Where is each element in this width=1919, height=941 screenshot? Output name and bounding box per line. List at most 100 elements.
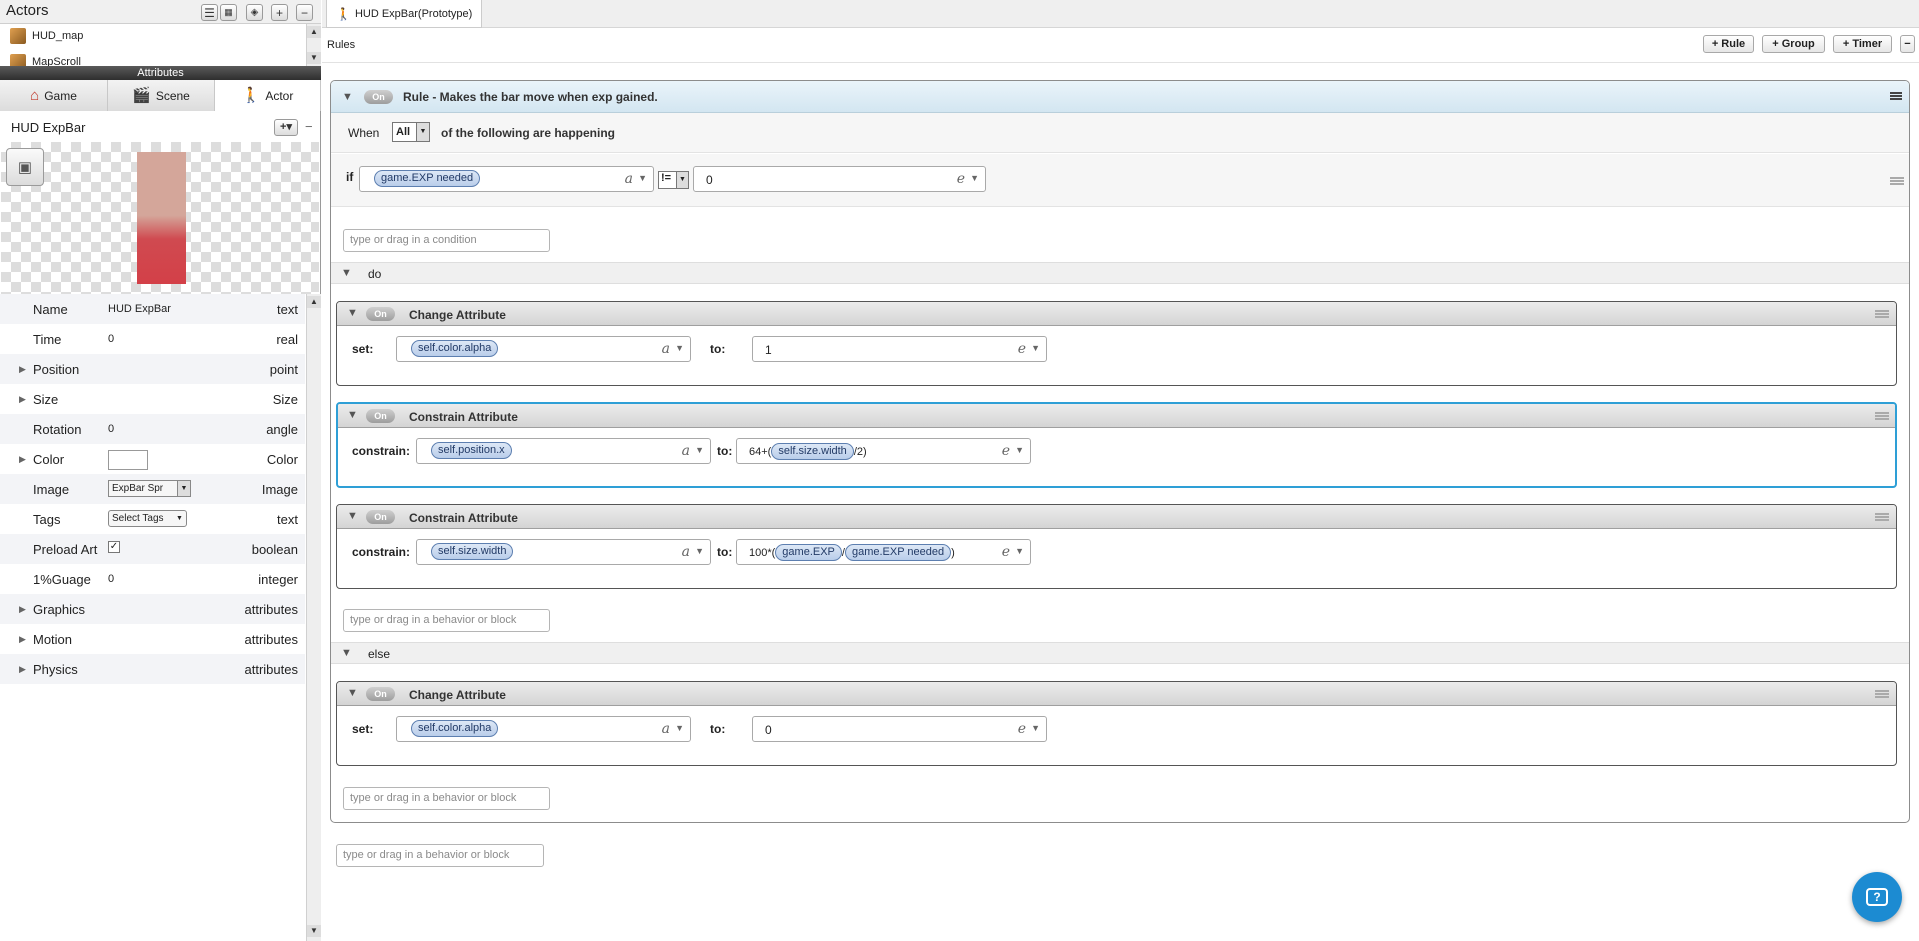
attributes-bar[interactable]: Attributes [0,66,321,80]
color-swatch[interactable] [108,450,148,470]
behavior-on-toggle[interactable]: On [366,307,395,321]
rule-menu-icon[interactable] [1890,92,1902,100]
property-row[interactable]: Image ExpBar Spr ▼ Image [0,474,305,504]
actor-item[interactable]: HUD_map [10,28,83,44]
expand-icon[interactable]: ▶ [19,664,26,675]
collapse-triangle-icon[interactable]: ▼ [341,267,352,279]
rule-title[interactable]: Rule - Makes the bar move when exp gaine… [403,90,658,104]
condition-attribute-field[interactable]: game.EXP needed a ▼ [359,166,654,192]
collapse-triangle-icon[interactable]: ▼ [347,510,358,522]
tags-select[interactable]: Select Tags ▼ [108,510,187,527]
help-button[interactable]: ? [1852,872,1902,922]
grid-view-button[interactable]: ▦ [220,4,237,21]
drag-handle-icon[interactable] [1890,177,1904,185]
collapse-triangle-icon[interactable]: ▼ [347,307,358,319]
property-row[interactable]: ▶ Size Size [0,384,305,414]
doc-tab[interactable]: 🚶 HUD ExpBar(Prototype) [326,0,483,28]
operator-select[interactable]: != ▼ [658,171,689,189]
actor-list-scrollbar[interactable]: ▲ ▼ [306,24,321,66]
expression-field[interactable]: 1 e ▼ [752,336,1047,362]
expand-icon[interactable]: ▶ [19,364,26,375]
property-row[interactable]: ▶ Motion attributes [0,624,305,654]
preload-art-checkbox[interactable]: ✓ [108,541,120,553]
properties-scrollbar[interactable]: ▲ ▼ [306,294,321,941]
attribute-field[interactable]: self.size.width a ▼ [416,539,711,565]
dropdown-arrow-icon[interactable]: ▼ [695,546,704,556]
property-row[interactable]: Preload Art ✓ boolean [0,534,305,564]
attribute-field[interactable]: self.color.alpha a ▼ [396,716,691,742]
scroll-down-icon[interactable]: ▼ [307,925,321,937]
property-row[interactable]: ▶ Position point [0,354,305,384]
property-value[interactable]: 0 [108,573,114,585]
dropdown-arrow-icon[interactable]: ▼ [695,445,704,455]
add-actor-button[interactable]: + [271,4,288,21]
rule-on-toggle[interactable]: On [364,90,393,104]
behavior-header[interactable]: ▼ On Constrain Attribute [337,505,1896,529]
property-row[interactable]: ▶ Color Color [0,444,305,474]
dropdown-arrow-icon[interactable]: ▼ [675,343,684,353]
property-value[interactable]: 0 [108,333,114,345]
add-rule-button[interactable]: + Rule [1703,35,1754,53]
add-attribute-button[interactable]: +▾ [274,119,298,136]
behavior-on-toggle[interactable]: On [366,510,395,524]
dropdown-arrow-icon[interactable]: ▼ [1015,445,1024,455]
rule-header[interactable]: ▼ On Rule - Makes the bar move when exp … [331,81,1909,113]
tab-actor[interactable]: 🚶 Actor [215,80,321,111]
add-top-behavior-input[interactable]: type or drag in a behavior or block [336,844,544,867]
camera-button[interactable]: ▣ [6,148,44,186]
property-row[interactable]: ▶ Physics attributes [0,654,305,684]
attribute-field[interactable]: self.color.alpha a ▼ [396,336,691,362]
tag-button[interactable]: ◈ [246,4,263,21]
behavior-header[interactable]: ▼ On Change Attribute [337,302,1896,326]
drag-handle-icon[interactable] [1875,310,1889,318]
remove-actor-button[interactable]: − [296,4,313,21]
add-timer-button[interactable]: + Timer [1833,35,1892,53]
property-row[interactable]: Rotation 0 angle [0,414,305,444]
condition-value-field[interactable]: 0 e ▼ [693,166,986,192]
expand-icon[interactable]: ▶ [19,604,26,615]
collapse-triangle-icon[interactable]: ▼ [347,409,358,421]
dropdown-arrow-icon[interactable]: ▼ [675,723,684,733]
dropdown-arrow-icon[interactable]: ▼ [638,173,647,183]
expand-icon[interactable]: ▶ [19,634,26,645]
tab-scene[interactable]: 🎬 Scene [108,80,215,111]
dropdown-arrow-icon[interactable]: ▼ [1031,343,1040,353]
image-select[interactable]: ExpBar Spr ▼ [108,480,191,497]
tab-game[interactable]: ⌂ Game [0,80,108,111]
scroll-down-icon[interactable]: ▼ [307,52,321,64]
property-row[interactable]: Tags Select Tags ▼ text [0,504,305,534]
property-value[interactable]: 0 [108,423,114,435]
expression-field[interactable]: 0 e ▼ [752,716,1047,742]
expand-icon[interactable]: ▶ [19,394,26,405]
property-value[interactable]: HUD ExpBar [108,303,171,315]
expression-field[interactable]: 64+(self.size.width/2) e ▼ [736,438,1031,464]
collapse-triangle-icon[interactable]: ▼ [341,647,352,659]
property-row[interactable]: 1%Guage 0 integer [0,564,305,594]
collapse-triangle-icon[interactable]: ▼ [347,687,358,699]
remove-attribute-button[interactable]: − [305,119,313,134]
list-view-button[interactable]: ☰ [201,4,218,21]
dropdown-arrow-icon[interactable]: ▼ [970,173,979,183]
behavior-header[interactable]: ▼ On Constrain Attribute [338,404,1895,428]
drag-handle-icon[interactable] [1875,412,1889,420]
attribute-field[interactable]: self.position.x a ▼ [416,438,711,464]
property-row[interactable]: ▶ Graphics attributes [0,594,305,624]
scroll-up-icon[interactable]: ▲ [307,296,321,308]
add-condition-input[interactable]: type or drag in a condition [343,229,550,252]
property-row[interactable]: Name HUD ExpBar text [0,294,305,324]
dropdown-arrow-icon[interactable]: ▼ [1031,723,1040,733]
dropdown-arrow-icon[interactable]: ▼ [1015,546,1024,556]
add-behavior-input[interactable]: type or drag in a behavior or block [343,609,550,632]
behavior-on-toggle[interactable]: On [366,687,395,701]
when-select[interactable]: All ▼ [392,122,430,142]
behavior-on-toggle[interactable]: On [366,409,395,423]
collapse-triangle-icon[interactable]: ▼ [342,91,353,103]
drag-handle-icon[interactable] [1875,513,1889,521]
expression-field[interactable]: 100*(game.EXP / game.EXP needed) e ▼ [736,539,1031,565]
collapse-button[interactable]: − [1900,35,1915,53]
expand-icon[interactable]: ▶ [19,454,26,465]
behavior-header[interactable]: ▼ On Change Attribute [337,682,1896,706]
drag-handle-icon[interactable] [1875,690,1889,698]
add-else-behavior-input[interactable]: type or drag in a behavior or block [343,787,550,810]
scroll-up-icon[interactable]: ▲ [307,26,321,38]
